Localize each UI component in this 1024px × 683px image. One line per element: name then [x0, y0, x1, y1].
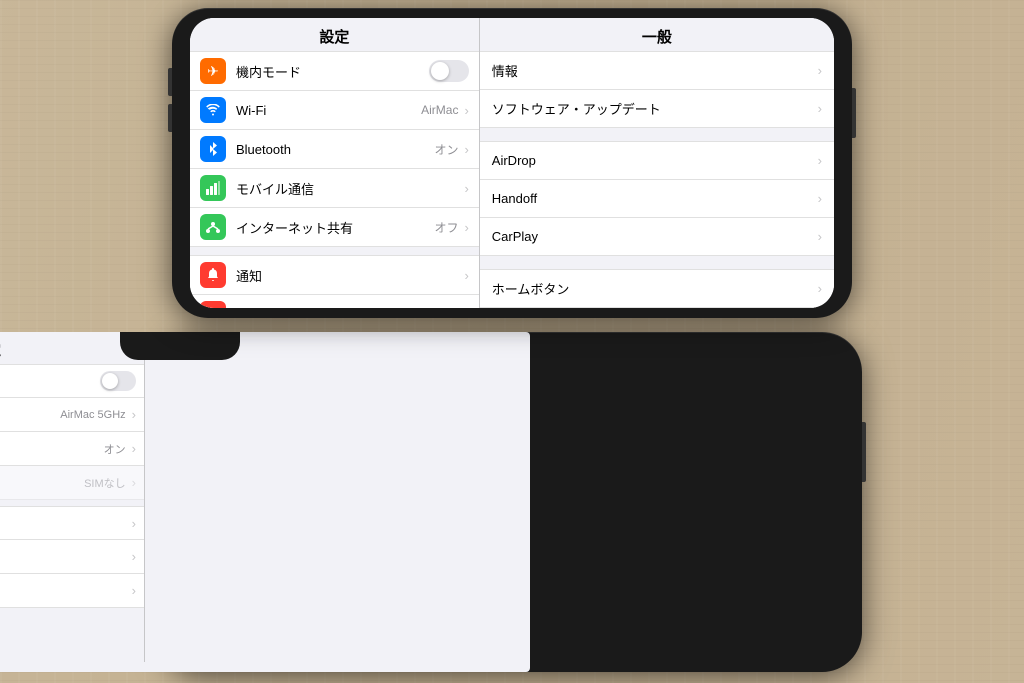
info-label: 情報 [492, 61, 818, 80]
p2-cellular-chevron: › [132, 475, 136, 490]
general-row-homebutton[interactable]: ホームボタン › [480, 270, 834, 308]
phone1-general-group1: 情報 › ソフトウェア・アップデート › [480, 51, 834, 128]
wifi-label: Wi-Fi [236, 103, 421, 118]
general-row-airdrop[interactable]: AirDrop › [480, 142, 834, 180]
internet-value: オフ [434, 219, 458, 236]
p2-wifi-chevron: › [132, 407, 136, 422]
p2-cellular-label: モバイル通信 [0, 474, 84, 491]
p2-cellular-value: SIMなし [84, 475, 126, 491]
airplane-label: 機内モード [236, 62, 429, 81]
p2-notification-chevron: › [132, 516, 136, 531]
bluetooth-chevron: › [464, 142, 468, 157]
airdrop-chevron: › [818, 153, 822, 168]
phone2-settings-list: ✈ 機内モード Wi-Fi AirMac 5GHz › [0, 364, 144, 672]
notification-chevron: › [464, 268, 468, 283]
p2-setting-row-cellular[interactable]: モバイル通信 SIMなし › [0, 466, 144, 500]
phone2-general-panel: 一般 情報 › ソフトウェア・アップデート › AirDrop › [0, 662, 373, 672]
cellular-icon [200, 175, 226, 201]
info-chevron: › [818, 63, 822, 78]
phone1-side-button-volume-down [168, 104, 172, 132]
spacer2 [480, 256, 834, 269]
phone1-general-title: 一般 [480, 18, 834, 51]
phone2-screen: 設定 ✈ 機内モード Wi-Fi AirMac 5GHz [0, 332, 530, 672]
bluetooth-value: オン [434, 141, 458, 158]
phone1-settings-title: 設定 [190, 18, 479, 51]
p2-airplane-toggle[interactable] [100, 371, 136, 391]
phone1-screen: 設定 ✈ 機内モード Wi-Fi AirMac [190, 18, 834, 308]
internet-icon [200, 214, 226, 240]
notification-label: 通知 [236, 266, 464, 285]
phone2-general-title: 一般 [0, 662, 373, 672]
phone2-side-button-power [862, 422, 866, 482]
internet-label: インターネット共有 [236, 218, 434, 237]
phone1-general-group2: AirDrop › Handoff › CarPlay › [480, 141, 834, 256]
setting-row-cellular[interactable]: モバイル通信 › [190, 169, 479, 208]
p2-wifi-value: AirMac 5GHz [60, 409, 125, 421]
phone1-general-group3: ホームボタン › [480, 269, 834, 308]
p2-bluetooth-chevron: › [132, 441, 136, 456]
airplane-toggle[interactable] [429, 60, 469, 82]
p2-setting-row-bluetooth[interactable]: Bluetooth オン › [0, 432, 144, 466]
bluetooth-icon [200, 136, 226, 162]
phone1-general-panel: 一般 情報 › ソフトウェア・アップデート › AirDrop › [480, 18, 834, 308]
bluetooth-label: Bluetooth [236, 142, 434, 157]
p2-setting-row-airplane[interactable]: ✈ 機内モード [0, 364, 144, 398]
cellular-chevron: › [464, 181, 468, 196]
setting-row-sound[interactable]: サウンドと触覚 › [190, 295, 479, 308]
wifi-icon [200, 97, 226, 123]
p2-airplane-label: 機内モード [0, 373, 100, 390]
setting-row-wifi[interactable]: Wi-Fi AirMac › [190, 91, 479, 130]
phone1-settings-list: ✈ 機内モード Wi-Fi AirMac › [190, 51, 479, 308]
notification-icon [200, 262, 226, 288]
p2-bluetooth-label: Bluetooth [0, 442, 104, 456]
p2-notification-label: 通知 [0, 515, 132, 532]
p2-donotdisturb-label: おやすみモード [0, 582, 132, 599]
airdrop-label: AirDrop [492, 153, 818, 168]
setting-row-notification[interactable]: 通知 › [190, 255, 479, 295]
phone2-notch [120, 332, 240, 360]
p2-setting-row-notification[interactable]: 通知 › [0, 506, 144, 540]
wifi-chevron: › [464, 103, 468, 118]
phone1-side-button-volume-up [168, 68, 172, 96]
carplay-chevron: › [818, 229, 822, 244]
cellular-label: モバイル通信 [236, 179, 464, 198]
sound-label: サウンドと触覚 [236, 305, 464, 309]
phone1-side-button-power [852, 88, 856, 138]
setting-row-airplane[interactable]: ✈ 機内モード [190, 51, 479, 91]
sound-chevron: › [464, 307, 468, 309]
p2-sound-label: サウンドと触覚 [0, 548, 132, 565]
setting-row-internet[interactable]: インターネット共有 オフ › [190, 208, 479, 247]
p2-setting-row-donotdisturb[interactable]: おやすみモード › [0, 574, 144, 608]
phone2-settings-panel: 設定 ✈ 機内モード Wi-Fi AirMac 5GHz [0, 332, 145, 672]
software-update-chevron: › [818, 101, 822, 116]
homebutton-chevron: › [818, 281, 822, 296]
software-update-label: ソフトウェア・アップデート [492, 99, 818, 118]
p2-wifi-label: Wi-Fi [0, 408, 60, 422]
homebutton-label: ホームボタン [492, 279, 818, 298]
general-row-info[interactable]: 情報 › [480, 52, 834, 90]
setting-row-bluetooth[interactable]: Bluetooth オン › [190, 130, 479, 169]
general-row-handoff[interactable]: Handoff › [480, 180, 834, 218]
handoff-chevron: › [818, 191, 822, 206]
spacer1 [480, 128, 834, 141]
p2-bluetooth-value: オン [104, 441, 126, 457]
wifi-value: AirMac [421, 103, 458, 117]
general-row-software-update[interactable]: ソフトウェア・アップデート › [480, 90, 834, 128]
airplane-icon: ✈ [200, 58, 226, 84]
handoff-label: Handoff [492, 191, 818, 206]
phone1-settings-panel: 設定 ✈ 機内モード Wi-Fi AirMac [190, 18, 480, 308]
general-row-carplay[interactable]: CarPlay › [480, 218, 834, 256]
carplay-label: CarPlay [492, 229, 818, 244]
internet-chevron: › [464, 220, 468, 235]
p2-setting-row-sound[interactable]: サウンドと触覚 › [0, 540, 144, 574]
p2-sound-chevron: › [132, 549, 136, 564]
p2-setting-row-wifi[interactable]: Wi-Fi AirMac 5GHz › [0, 398, 144, 432]
p2-donotdisturb-chevron: › [132, 583, 136, 598]
